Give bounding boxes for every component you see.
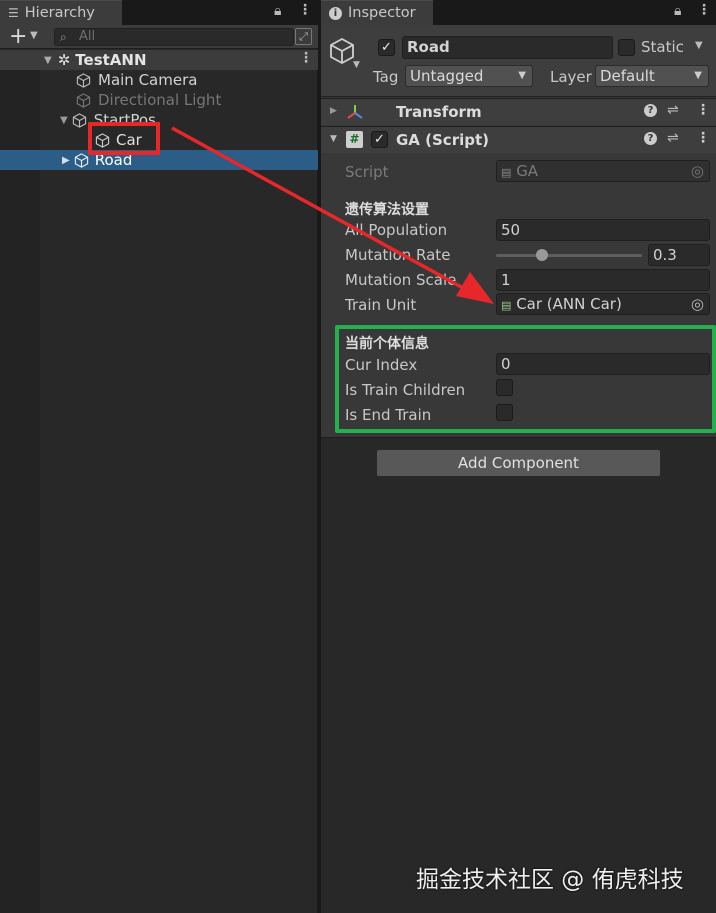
ga-script-title: GA (Script) — [396, 131, 489, 149]
component-menu-icon[interactable]: ⋮ — [696, 102, 710, 118]
hierarchy-gutter — [0, 50, 40, 913]
info-icon: i — [329, 6, 342, 20]
tag-dropdown[interactable]: Untagged ▼ — [405, 65, 533, 87]
scene-visibility-icon[interactable]: ⤢ — [295, 28, 312, 45]
mutation-rate-field[interactable]: 0.3 — [648, 244, 710, 266]
expand-arrow-right-icon[interactable]: ▶ — [62, 155, 70, 166]
lock-icon[interactable]: 🔒︎ — [674, 3, 681, 19]
static-checkbox[interactable] — [618, 39, 635, 56]
lock-icon[interactable]: 🔒︎ — [274, 3, 281, 19]
scene-more-icon[interactable]: ⋮ — [299, 50, 313, 66]
add-component-button[interactable]: Add Component — [376, 449, 661, 477]
more-options-icon[interactable]: ⋮ — [697, 2, 711, 18]
list-item-directional-light[interactable]: Directional Light — [76, 90, 221, 110]
train-unit-object-field[interactable]: ▤ Car (ANN Car) ◎ — [496, 293, 710, 315]
transform-title: Transform — [396, 103, 482, 121]
tab-inspector-label: Inspector — [348, 5, 416, 21]
expand-arrow-icon[interactable]: ▼ — [44, 55, 52, 66]
layer-dropdown[interactable]: Default ▼ — [595, 65, 709, 87]
all-population-label: All Population — [345, 221, 448, 239]
search-icon: ⌕ — [60, 30, 67, 44]
all-population-field[interactable]: 50 — [496, 219, 710, 241]
item-label: Directional Light — [98, 91, 222, 109]
static-label: Static — [641, 38, 684, 56]
help-icon[interactable]: ? — [644, 132, 657, 145]
gameobject-cube-icon — [76, 72, 91, 88]
gameobject-cube-icon — [76, 92, 91, 108]
gameobject-cube-large-icon — [330, 37, 354, 65]
list-item-main-camera[interactable]: Main Camera — [76, 70, 197, 90]
add-button[interactable]: + — [9, 24, 27, 49]
active-checkbox[interactable]: ✓ — [378, 39, 395, 56]
component-separator — [321, 437, 716, 438]
mutation-rate-label: Mutation Rate — [345, 246, 451, 264]
watermark-text: 掘金技术社区 @ 侑虎科技 — [416, 867, 684, 893]
green-highlight-box — [335, 325, 716, 433]
icon-dropdown-arrow-icon[interactable]: ▼ — [353, 60, 360, 70]
expand-arrow-icon[interactable]: ▼ — [60, 115, 68, 126]
tab-inspector[interactable]: i Inspector — [321, 0, 433, 25]
inspector-empty-area — [321, 438, 716, 913]
object-name-field[interactable]: Road — [402, 36, 613, 59]
scene-row[interactable]: ▼ ✲ TestANN — [0, 50, 318, 70]
chevron-down-icon[interactable]: ▼ — [30, 30, 38, 41]
gameobject-cube-icon — [74, 152, 88, 168]
search-input[interactable]: ⌕ All — [54, 28, 294, 46]
mutation-rate-slider-thumb[interactable] — [536, 249, 548, 261]
component-enabled-checkbox[interactable]: ✓ — [371, 131, 388, 148]
tab-hierarchy-label: Hierarchy — [24, 5, 95, 21]
mutation-scale-label: Mutation Scale — [345, 271, 457, 289]
scene-name: TestANN — [75, 51, 147, 69]
checkmark-icon: ✓ — [374, 132, 385, 147]
preset-sliders-icon[interactable]: ⇌ — [667, 102, 679, 118]
preset-sliders-icon[interactable]: ⇌ — [667, 130, 679, 146]
train-unit-label: Train Unit — [345, 296, 417, 314]
list-icon: ☰ — [8, 6, 19, 20]
gameobject-cube-icon — [72, 112, 86, 128]
script-file-icon: ▤ — [501, 299, 512, 312]
script-file-icon: ▤ — [501, 166, 512, 179]
static-dropdown-icon[interactable]: ▼ — [695, 40, 703, 51]
tab-hierarchy[interactable]: ☰ Hierarchy — [0, 0, 122, 25]
checkmark-icon: ✓ — [381, 40, 392, 55]
tag-label: Tag — [373, 68, 399, 86]
chevron-down-icon: ▼ — [694, 70, 702, 81]
more-options-icon[interactable]: ⋮ — [298, 2, 312, 18]
script-hash-icon: # — [346, 131, 363, 148]
mutation-rate-slider-track[interactable] — [496, 254, 642, 257]
transform-axes-icon — [347, 105, 363, 119]
search-placeholder: All — [79, 29, 96, 44]
script-object-field: ▤ GA ◎ — [496, 160, 710, 182]
help-icon[interactable]: ? — [644, 104, 657, 117]
component-menu-icon[interactable]: ⋮ — [696, 130, 710, 146]
item-label: Main Camera — [98, 71, 198, 89]
mutation-scale-label-clip: Mutation Scale — [345, 271, 493, 289]
mutation-scale-field[interactable]: 1 — [496, 269, 710, 291]
object-picker-icon: ◎ — [690, 162, 704, 180]
unity-scene-icon: ✲ — [57, 51, 71, 69]
object-picker-icon[interactable]: ◎ — [691, 294, 704, 314]
layer-label: Layer — [550, 68, 592, 86]
expand-arrow-down-icon[interactable]: ▼ — [330, 134, 337, 144]
chevron-down-icon: ▼ — [518, 70, 526, 81]
script-label: Script — [345, 163, 389, 181]
section-header-ga-settings: 遗传算法设置 — [345, 202, 429, 218]
red-highlight-box — [88, 122, 160, 155]
expand-arrow-right-icon[interactable]: ▶ — [330, 106, 337, 116]
